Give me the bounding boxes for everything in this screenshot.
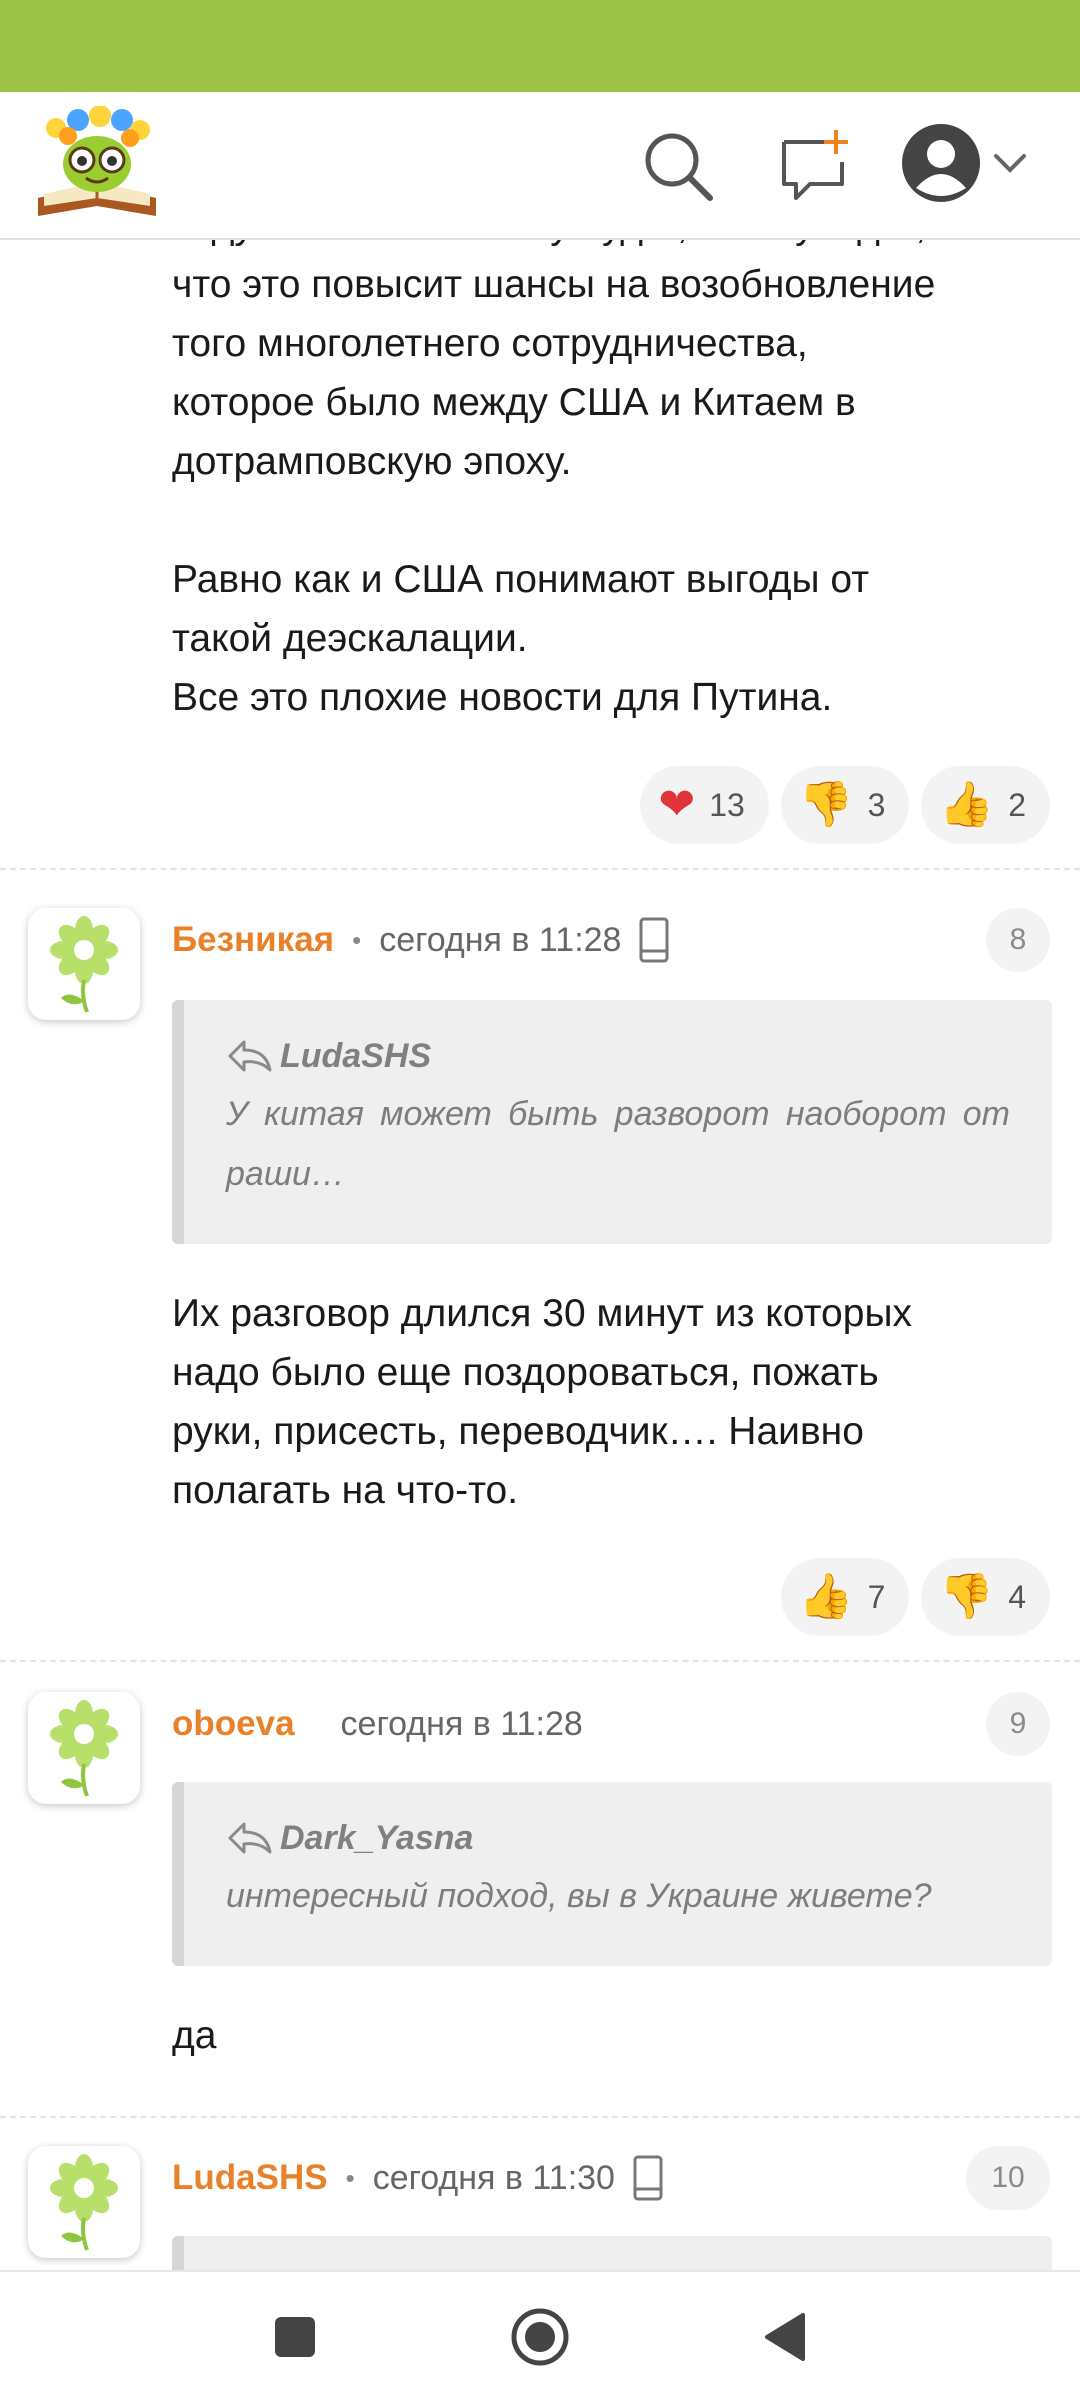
flower-avatar-icon: [50, 916, 118, 1013]
comment-meta: Безникая • сегодня в 11:28: [172, 910, 669, 970]
mobile-device-icon: [639, 917, 669, 963]
post-paragraph: Равно как и США понимают выгоды от такой…: [172, 558, 870, 719]
quote-author-row: Dark_Yasna: [226, 1818, 1010, 1858]
comment-meta: LudaSHS • сегодня в 11:30: [172, 2148, 663, 2208]
thumbs-up-reaction-button[interactable]: 👍 7: [780, 1558, 910, 1636]
reaction-count: 4: [1008, 1578, 1026, 1615]
quote-author: Dark_Yasna: [280, 1818, 474, 1857]
post-reactions: ❤ 13 👎 3 👍 2: [640, 766, 1050, 844]
comment-author[interactable]: oboeva: [172, 1704, 295, 1744]
comment-author[interactable]: LudaSHS: [172, 2158, 328, 2198]
site-logo[interactable]: [34, 105, 160, 222]
mobile-device-icon: [633, 2155, 663, 2201]
heart-reaction-button[interactable]: ❤ 13: [640, 766, 769, 844]
reply-arrow-icon: [228, 1040, 272, 1072]
recent-apps-button[interactable]: [260, 2302, 330, 2372]
comment-time: сегодня в 11:28: [340, 1704, 583, 1743]
search-icon[interactable]: [640, 128, 716, 204]
home-button[interactable]: [505, 2302, 575, 2372]
system-navigation-bar: [0, 2270, 1080, 2400]
flower-avatar-icon: [50, 1700, 118, 1797]
quoted-comment[interactable]: LudaSHS У китая может быть разворот наоб…: [172, 1000, 1052, 1244]
thumbs-up-icon: 👍: [798, 1571, 854, 1622]
reaction-count: 2: [1008, 786, 1026, 823]
post-partial-line: задумываться почему будет, если увидит,: [172, 240, 1052, 255]
comment-meta: oboeva сегодня в 11:28: [172, 1694, 583, 1754]
comment-number[interactable]: 8: [986, 908, 1050, 972]
chevron-down-icon[interactable]: [990, 148, 1030, 178]
comment-reactions: 👍 7 👎 4: [780, 1558, 1050, 1636]
back-triangle-icon: [765, 2313, 805, 2361]
smile-reader-logo: [38, 105, 156, 216]
divider: [0, 1660, 1080, 1662]
comment-text: да: [172, 2014, 217, 2057]
home-circle-icon: [511, 2308, 569, 2366]
post-paragraph: что это повысит шансы на возобновление т…: [172, 263, 936, 483]
comment-time: сегодня в 11:30: [372, 2158, 615, 2197]
heart-icon: ❤: [658, 779, 696, 830]
quote-author-row: LudaSHS: [226, 1036, 1010, 1076]
flower-avatar-icon: [50, 2154, 118, 2251]
separator-dot: •: [352, 924, 362, 955]
quote-author: LudaSHS: [280, 1036, 432, 1075]
quoted-comment[interactable]: [172, 2236, 1052, 2270]
thumbs-up-icon: 👍: [939, 779, 995, 830]
thumbs-up-reaction-button[interactable]: 👍 2: [921, 766, 1050, 844]
divider: [0, 2116, 1080, 2118]
thumbs-down-reaction-button[interactable]: 👎 4: [921, 1558, 1050, 1636]
quote-text: У китая может быть разворот наоборот от …: [226, 1095, 1010, 1193]
status-bar: [0, 0, 1080, 92]
account-avatar-icon[interactable]: [900, 122, 982, 204]
top-app-bar: [0, 92, 1080, 240]
comments-feed: задумываться почему будет, если увидит, …: [0, 240, 1080, 2270]
separator-dot: •: [345, 2162, 355, 2193]
avatar[interactable]: [28, 908, 140, 1020]
comment-number[interactable]: 10: [966, 2146, 1050, 2210]
comment-body: Их разговор длился 30 минут из которых н…: [172, 1284, 1052, 1520]
quoted-comment[interactable]: Dark_Yasna интересный подход, вы в Украи…: [172, 1782, 1052, 1966]
reaction-count: 7: [867, 1578, 886, 1615]
reaction-count: 13: [709, 786, 745, 823]
comment-time: сегодня в 11:28: [379, 920, 622, 959]
avatar[interactable]: [28, 2146, 140, 2258]
thumbs-down-reaction-button[interactable]: 👎 3: [780, 766, 910, 844]
comment-author[interactable]: Безникая: [172, 920, 334, 960]
reaction-count: 3: [867, 786, 886, 823]
thumbs-down-icon: 👎: [798, 779, 854, 830]
quote-text: интересный подход, вы в Украине живете?: [226, 1877, 932, 1915]
comment-number[interactable]: 9: [986, 1692, 1050, 1756]
reply-arrow-icon: [228, 1822, 272, 1854]
square-icon: [275, 2317, 315, 2357]
divider: [0, 868, 1080, 870]
back-button[interactable]: [750, 2302, 820, 2372]
comment-text: Их разговор длился 30 минут из которых н…: [172, 1292, 912, 1512]
new-message-icon[interactable]: [776, 128, 852, 204]
avatar[interactable]: [28, 1692, 140, 1804]
post-body: задумываться почему будет, если увидит, …: [172, 240, 1052, 727]
thumbs-down-icon: 👎: [939, 1571, 995, 1622]
comment-body: да: [172, 2006, 1052, 2065]
